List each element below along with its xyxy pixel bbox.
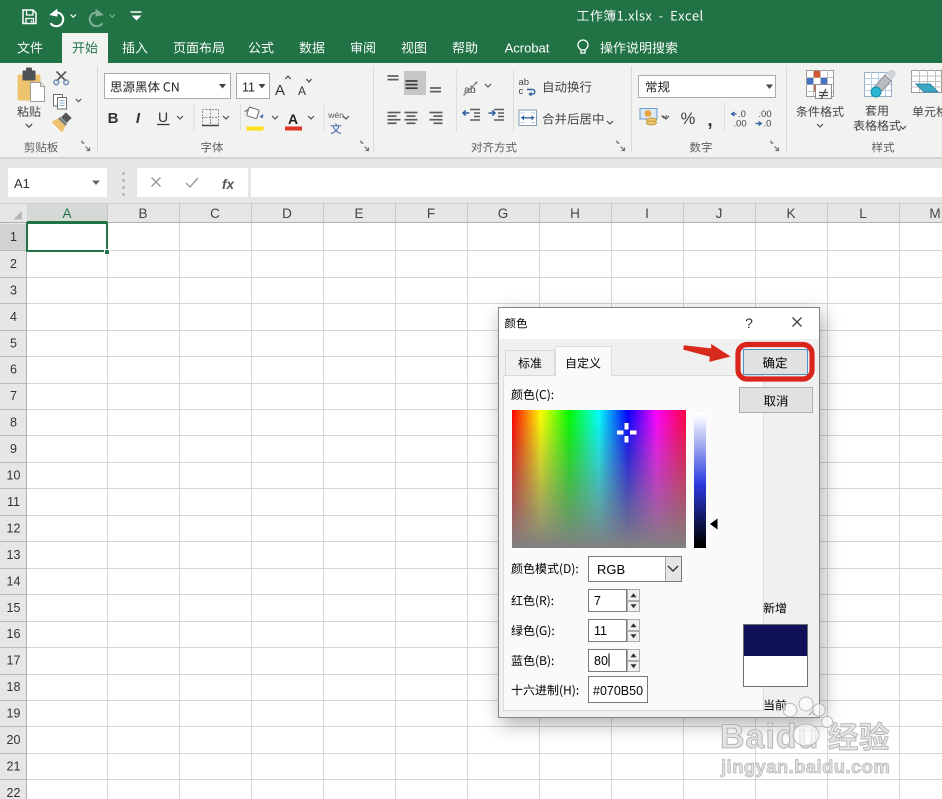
svg-text:B: B (108, 110, 119, 127)
svg-text:22: 22 (7, 786, 21, 799)
svg-text:c: c (519, 86, 524, 97)
svg-text:20: 20 (7, 733, 21, 747)
svg-text:Acrobat: Acrobat (505, 41, 550, 56)
svg-text:11: 11 (7, 495, 20, 509)
svg-text:12: 12 (7, 521, 21, 535)
svg-text:I: I (136, 110, 141, 127)
svg-text:21: 21 (7, 759, 21, 773)
svg-text:15: 15 (7, 601, 21, 615)
svg-text:5: 5 (10, 336, 17, 350)
svg-text:9: 9 (10, 442, 17, 456)
svg-text:RGB: RGB (597, 562, 625, 577)
svg-text:10: 10 (7, 469, 21, 483)
svg-text:A: A (298, 84, 306, 98)
svg-text:wén: wén (327, 110, 344, 120)
svg-text:F: F (427, 206, 435, 221)
svg-text:%: % (681, 110, 696, 128)
svg-text:19: 19 (7, 707, 21, 721)
svg-text:fx: fx (222, 177, 234, 192)
svg-text:J: J (716, 206, 723, 221)
svg-text:3: 3 (10, 283, 17, 297)
svg-text:D: D (282, 206, 292, 221)
svg-text:U: U (158, 109, 168, 125)
svg-text:2: 2 (10, 257, 17, 271)
svg-text:.00: .00 (733, 119, 746, 130)
svg-text:A: A (62, 206, 71, 221)
svg-text:M: M (929, 206, 940, 221)
svg-text:7: 7 (10, 389, 17, 403)
svg-text:G: G (498, 206, 509, 221)
svg-text:,: , (707, 110, 712, 131)
svg-text:7: 7 (594, 594, 601, 608)
svg-text:80: 80 (594, 654, 608, 668)
svg-text:H: H (570, 206, 580, 221)
svg-text:14: 14 (7, 574, 21, 588)
svg-text:17: 17 (7, 654, 21, 668)
svg-text:E: E (354, 206, 363, 221)
svg-text:11: 11 (594, 624, 607, 638)
svg-text:4: 4 (10, 310, 17, 324)
svg-text:6: 6 (10, 363, 17, 377)
svg-text:16: 16 (7, 627, 21, 641)
svg-text:B: B (138, 206, 147, 221)
svg-text:A1: A1 (14, 176, 30, 191)
svg-text:.0: .0 (764, 119, 772, 130)
svg-text:C: C (210, 206, 220, 221)
svg-text:8: 8 (10, 416, 17, 430)
svg-text:#070B50: #070B50 (593, 684, 643, 698)
svg-text:1: 1 (10, 230, 17, 244)
svg-text:A: A (288, 111, 298, 127)
svg-text:I: I (645, 206, 649, 221)
svg-text:18: 18 (7, 680, 21, 694)
svg-text:?: ? (745, 315, 753, 331)
svg-text:A: A (275, 82, 285, 99)
svg-text:K: K (786, 206, 795, 221)
svg-text:jingyan.baidu.com: jingyan.baidu.com (720, 756, 890, 777)
svg-text:11: 11 (242, 81, 255, 95)
svg-text:L: L (859, 206, 867, 221)
svg-text:13: 13 (7, 548, 21, 562)
